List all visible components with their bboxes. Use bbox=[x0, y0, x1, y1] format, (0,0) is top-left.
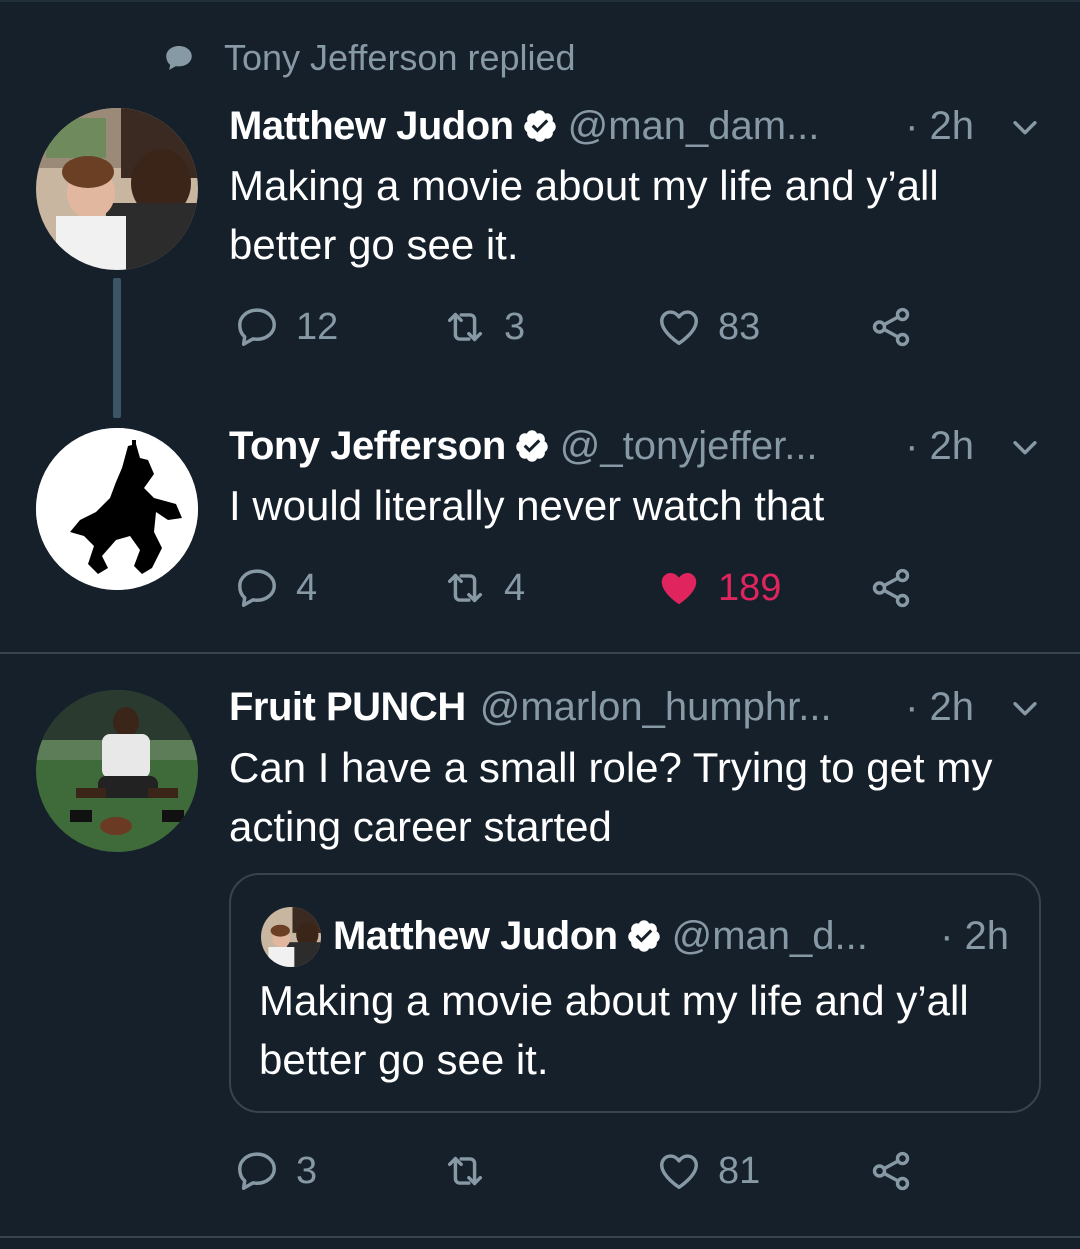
reply-icon bbox=[234, 304, 280, 350]
retweet-count: 4 bbox=[504, 566, 526, 609]
share-button[interactable] bbox=[868, 304, 914, 350]
like-button[interactable]: 81 bbox=[656, 1148, 760, 1194]
reply-context-text: Tony Jefferson replied bbox=[224, 37, 576, 78]
tweet-actions: 3 81 bbox=[0, 1148, 1080, 1204]
retweet-count: 3 bbox=[504, 305, 526, 348]
tweet-header: Matthew Judon @man_dam... · 2h bbox=[229, 98, 1080, 154]
share-icon bbox=[868, 1148, 914, 1194]
retweet-icon bbox=[442, 1148, 488, 1194]
heart-filled-icon bbox=[656, 565, 702, 611]
avatar[interactable] bbox=[36, 108, 198, 270]
quoted-timestamp: · 2h bbox=[940, 913, 1009, 958]
display-name[interactable]: Tony Jefferson bbox=[229, 424, 506, 469]
tweet-text: Making a movie about my life and y’all b… bbox=[229, 162, 939, 268]
quoted-text: Making a movie about my life and y’all b… bbox=[259, 977, 969, 1083]
retweet-button[interactable]: 3 bbox=[442, 304, 525, 350]
heart-icon bbox=[656, 304, 702, 350]
tweet-divider bbox=[0, 652, 1080, 654]
avatar-photo bbox=[36, 108, 198, 270]
timestamp[interactable]: · 2h bbox=[905, 424, 974, 469]
reply-button[interactable]: 3 bbox=[234, 1148, 317, 1194]
quoted-avatar-photo bbox=[261, 907, 321, 967]
retweet-button[interactable]: 4 bbox=[442, 565, 525, 611]
verified-badge-icon bbox=[514, 428, 550, 464]
share-button[interactable] bbox=[868, 1148, 914, 1194]
avatar-photo bbox=[36, 690, 198, 852]
reply-icon bbox=[234, 565, 280, 611]
reply-button[interactable]: 12 bbox=[234, 304, 338, 350]
avatar[interactable] bbox=[36, 690, 198, 852]
tweet-text: Can I have a small role? Trying to get m… bbox=[229, 744, 993, 850]
share-icon bbox=[868, 304, 914, 350]
retweet-icon bbox=[442, 565, 488, 611]
share-icon bbox=[868, 565, 914, 611]
reply-count: 4 bbox=[296, 566, 318, 609]
bottom-divider bbox=[0, 1236, 1080, 1238]
quoted-display-name: Matthew Judon bbox=[333, 913, 618, 958]
retweet-button[interactable] bbox=[442, 1148, 504, 1194]
like-button[interactable]: 83 bbox=[656, 304, 760, 350]
reply-context: Tony Jefferson replied bbox=[162, 36, 576, 80]
quoted-handle: @man_d... bbox=[671, 913, 868, 958]
timestamp[interactable]: · 2h bbox=[905, 685, 974, 730]
speech-bubble-icon bbox=[166, 45, 192, 71]
retweet-icon bbox=[442, 304, 488, 350]
quoted-tweet[interactable]: Matthew Judon @man_d... · 2h Making a mo… bbox=[229, 873, 1041, 1113]
handle[interactable]: @_tonyjeffer... bbox=[560, 424, 818, 469]
share-button[interactable] bbox=[868, 565, 914, 611]
tweet-text: I would literally never watch that bbox=[229, 482, 825, 529]
verified-badge-icon bbox=[522, 108, 558, 144]
chevron-down-icon[interactable] bbox=[1008, 110, 1042, 144]
tweet-actions: 4 4 189 bbox=[0, 565, 1080, 621]
like-count: 83 bbox=[718, 305, 761, 348]
like-count: 189 bbox=[718, 566, 782, 609]
verified-badge-icon bbox=[626, 918, 662, 954]
top-divider bbox=[0, 0, 1080, 2]
heart-icon bbox=[656, 1148, 702, 1194]
tweet-actions: 12 3 83 bbox=[0, 304, 1080, 360]
display-name[interactable]: Matthew Judon bbox=[229, 104, 514, 149]
handle[interactable]: @man_dam... bbox=[568, 104, 820, 149]
quoted-avatar bbox=[261, 907, 321, 967]
tweet-header: Tony Jefferson @_tonyjeffer... · 2h bbox=[229, 418, 1080, 474]
like-count: 81 bbox=[718, 1149, 761, 1192]
reply-count: 12 bbox=[296, 305, 339, 348]
display-name[interactable]: Fruit PUNCH bbox=[229, 685, 466, 730]
handle[interactable]: @marlon_humphr... bbox=[480, 685, 832, 730]
chevron-down-icon[interactable] bbox=[1008, 430, 1042, 464]
tweet-header: Fruit PUNCH @marlon_humphr... · 2h bbox=[229, 679, 1080, 735]
reply-icon bbox=[234, 1148, 280, 1194]
chevron-down-icon[interactable] bbox=[1008, 691, 1042, 725]
timestamp[interactable]: · 2h bbox=[905, 104, 974, 149]
like-button[interactable]: 189 bbox=[656, 565, 781, 611]
reply-count: 3 bbox=[296, 1149, 318, 1192]
quoted-header: Matthew Judon @man_d... bbox=[333, 909, 868, 963]
reply-button[interactable]: 4 bbox=[234, 565, 317, 611]
